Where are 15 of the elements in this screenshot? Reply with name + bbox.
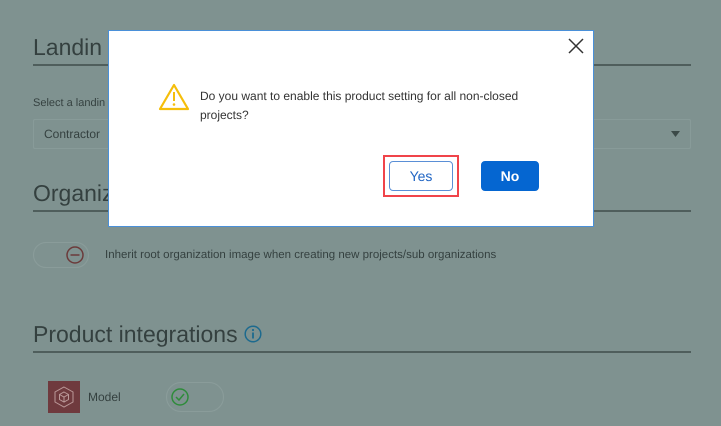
field-label: Select a landin — [33, 97, 106, 109]
caret-icon — [671, 131, 680, 137]
toggle-switch[interactable] — [166, 382, 224, 412]
section-heading: Product integrations — [33, 320, 238, 348]
dialog-button[interactable]: No — [481, 161, 539, 191]
setting-label: Inherit root organization image when creating new projects/sub organizations — [105, 249, 496, 261]
dialog-message: Do you want to enable this product setting for all non-closed projects? — [200, 88, 520, 124]
product-name: Model — [88, 390, 122, 404]
close-icon[interactable] — [568, 38, 584, 54]
cube-icon — [48, 381, 80, 413]
info-icon[interactable] — [244, 325, 262, 343]
warning-icon — [158, 83, 190, 111]
section-heading: Landin — [33, 33, 102, 61]
toggle-switch[interactable] — [33, 242, 89, 268]
dialog-button[interactable]: Yes — [389, 161, 453, 191]
